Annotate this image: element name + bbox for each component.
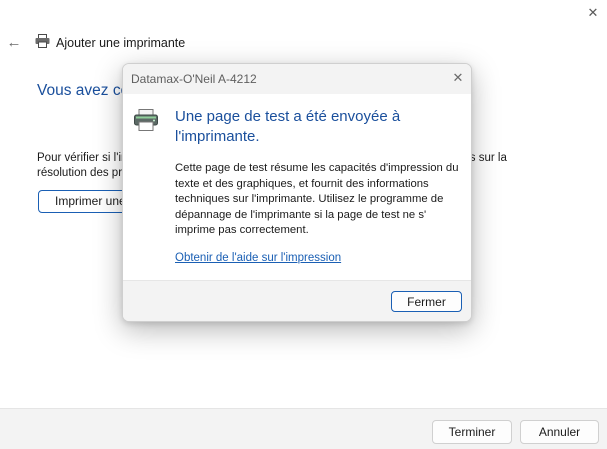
dialog-footer: Fermer bbox=[123, 280, 471, 321]
dialog-close-button[interactable]: Fermer bbox=[391, 291, 462, 312]
printer-icon bbox=[134, 109, 158, 136]
wizard-title-row: Ajouter une imprimante bbox=[35, 33, 186, 53]
dialog-close-icon[interactable]: ✕ bbox=[449, 69, 467, 87]
dialog-content: Une page de test a été envoyée à l'impri… bbox=[123, 94, 471, 280]
printer-icon bbox=[35, 33, 50, 53]
window-close-icon[interactable]: ✕ bbox=[583, 3, 603, 23]
print-help-link[interactable]: Obtenir de l'aide sur l'impression bbox=[175, 252, 341, 264]
wizard-title: Ajouter une imprimante bbox=[56, 36, 186, 50]
test-page-dialog: Datamax-O'Neil A-4212 ✕ Une page de test… bbox=[122, 63, 472, 322]
dialog-heading: Une page de test a été envoyée à l'impri… bbox=[175, 108, 401, 145]
dialog-description: Cette page de test résume les capacités … bbox=[175, 162, 459, 236]
finish-button[interactable]: Terminer bbox=[432, 420, 512, 444]
cancel-button[interactable]: Annuler bbox=[520, 420, 599, 444]
wizard-footer: Terminer Annuler bbox=[0, 408, 607, 449]
dialog-titlebar: Datamax-O'Neil A-4212 ✕ bbox=[123, 64, 471, 94]
dialog-title: Datamax-O'Neil A-4212 bbox=[131, 72, 257, 86]
back-arrow-icon[interactable]: ← bbox=[5, 33, 23, 51]
